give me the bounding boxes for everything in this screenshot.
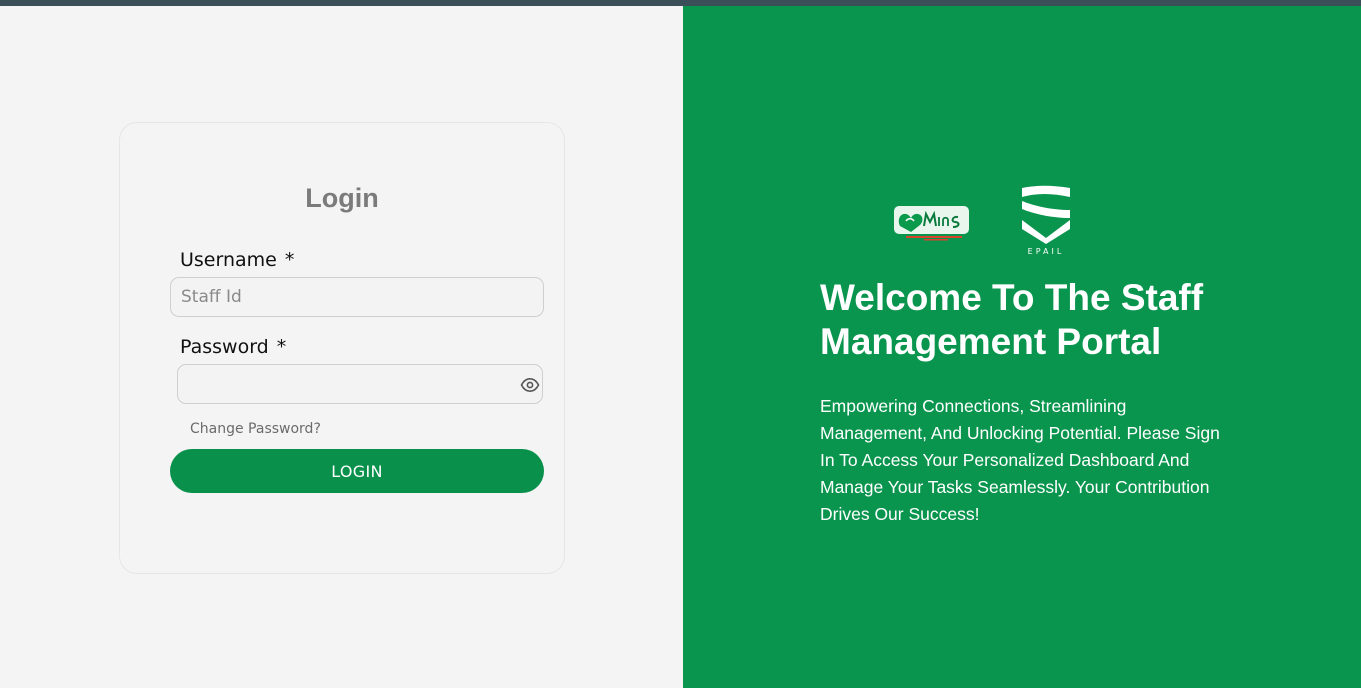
username-input[interactable] bbox=[170, 277, 544, 317]
login-pane: Login Username * Password * Change Passwor… bbox=[0, 6, 683, 688]
epail-logo: EPAIL bbox=[1016, 184, 1078, 256]
eye-icon[interactable] bbox=[520, 377, 540, 393]
login-button[interactable]: LOGIN bbox=[170, 449, 544, 493]
username-label: Username * bbox=[180, 249, 294, 271]
login-card: Login Username * Password * Change Passwor… bbox=[119, 122, 565, 574]
password-label-text: Password bbox=[180, 336, 269, 358]
svg-text:EPAIL: EPAIL bbox=[1028, 247, 1065, 256]
password-label: Password * bbox=[180, 336, 286, 358]
login-title: Login bbox=[305, 183, 379, 213]
welcome-pane: EPAIL Welcome To The Staff Management Po… bbox=[683, 6, 1361, 688]
change-password-link[interactable]: Change Password? bbox=[190, 421, 321, 437]
welcome-description: Empowering Connections, Streamlining Man… bbox=[820, 396, 1220, 524]
password-required-marker: * bbox=[276, 336, 287, 358]
welcome-title: Welcome To The Staff Management Portal bbox=[820, 277, 1204, 362]
password-input[interactable] bbox=[177, 364, 543, 404]
username-required-marker: * bbox=[284, 249, 295, 271]
minas-logo bbox=[894, 204, 970, 244]
username-label-text: Username bbox=[180, 249, 277, 271]
